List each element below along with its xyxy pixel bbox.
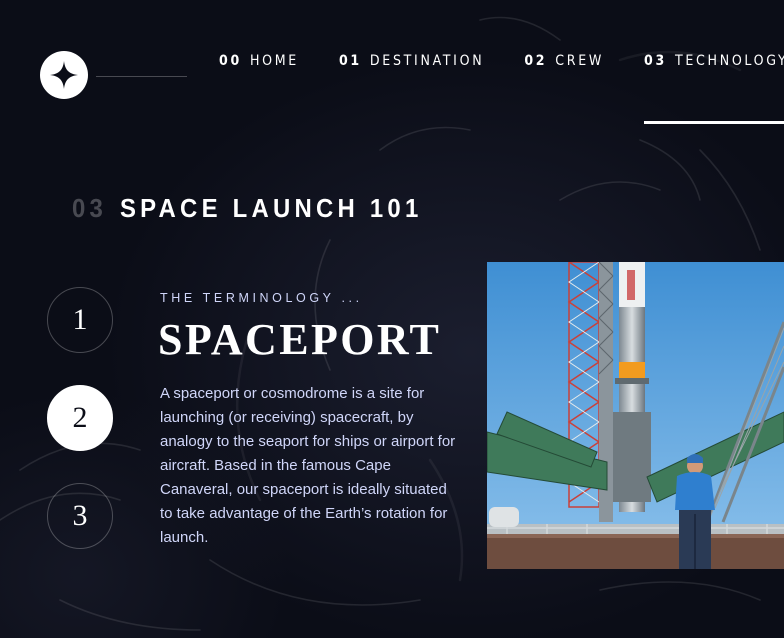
nav-item-label: HOME — [249, 53, 299, 69]
term-description: A spaceport or cosmodrome is a site for … — [160, 385, 456, 546]
nav-item-label: CREW — [555, 53, 605, 69]
step-button-1[interactable]: 1 — [47, 287, 113, 353]
nav-item-number: 03 — [644, 53, 667, 69]
nav-item-home[interactable]: 00 HOME — [219, 0, 299, 124]
term-title: SPACEPORT — [158, 315, 442, 364]
nav-item-number: 02 — [524, 53, 548, 69]
page-title-label: SPACE LAUNCH 101 — [119, 193, 423, 223]
nav-item-label: TECHNOLOGY — [674, 53, 784, 69]
nav-item-crew[interactable]: 02 CREW — [524, 0, 604, 124]
header-divider — [96, 76, 187, 77]
step-selector: 1 2 3 — [47, 287, 113, 549]
main-nav: 00 HOME 01 DESTINATION 02 CREW 03 TECHNO… — [219, 0, 784, 124]
page-title-number: 03 — [72, 193, 108, 223]
page-title: 03 SPACE LAUNCH 101 — [72, 193, 422, 224]
spaceport-image — [487, 262, 784, 569]
nav-item-number: 01 — [338, 53, 362, 69]
step-button-3[interactable]: 3 — [47, 483, 113, 549]
nav-item-number: 00 — [219, 53, 242, 69]
nav-item-label: DESTINATION — [369, 53, 485, 69]
logo-icon[interactable] — [40, 51, 88, 99]
step-button-2[interactable]: 2 — [47, 385, 113, 451]
eyebrow-label: THE TERMINOLOGY ... — [160, 291, 363, 305]
nav-item-technology[interactable]: 03 TECHNOLOGY — [644, 0, 784, 124]
nav-item-destination[interactable]: 01 DESTINATION — [339, 0, 484, 124]
